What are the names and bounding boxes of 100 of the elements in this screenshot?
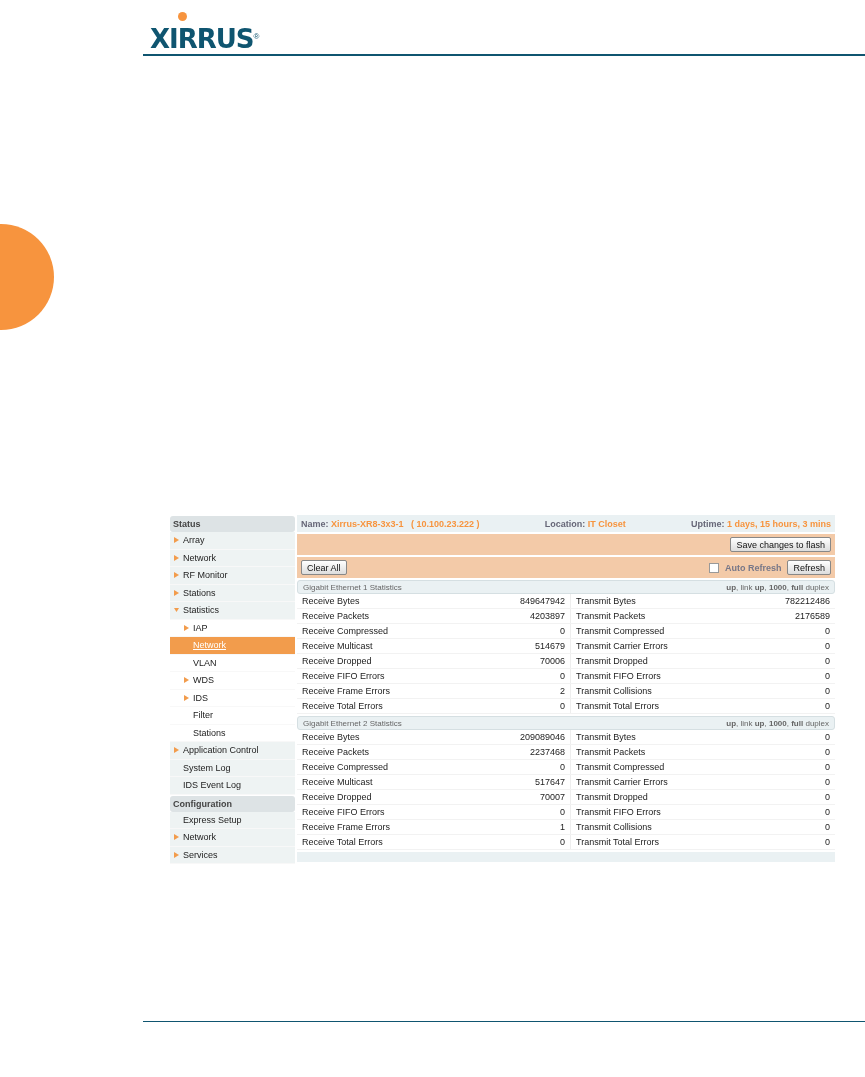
auto-refresh-checkbox[interactable] — [708, 562, 719, 573]
table-cell: 0 — [471, 805, 571, 819]
caret-right-icon — [184, 624, 189, 631]
table-cell-text: Transmit Bytes — [575, 731, 637, 744]
link-status: up, link up, 1000, full duplex — [726, 718, 829, 728]
table-cell-text: Receive Bytes — [301, 595, 361, 608]
table-cell-text: Receive Frame Errors — [301, 821, 392, 834]
table-cell-text: 0 — [824, 700, 831, 713]
table-cell: 514679 — [471, 639, 571, 653]
table-cell-text: Transmit Dropped — [575, 655, 649, 668]
auto-refresh-label: Auto Refresh — [724, 562, 782, 573]
table-cell: 4203897 — [471, 609, 571, 623]
location-label: Location: — [544, 518, 587, 529]
table-cell-text: 0 — [824, 625, 831, 638]
table-cell-text: Transmit FIFO Errors — [575, 670, 662, 683]
table-cell: 2237468 — [471, 745, 571, 759]
table-cell-text: Receive Bytes — [301, 731, 361, 744]
table-cell-text: 0 — [824, 776, 831, 789]
table-cell-text: Transmit Packets — [575, 610, 647, 623]
caret-right-icon — [174, 537, 179, 544]
table-cell-text: Receive Multicast — [301, 640, 374, 653]
table-cell-text: 0 — [824, 806, 831, 819]
caret-right-icon — [184, 694, 189, 701]
table-cell-text: Receive FIFO Errors — [301, 670, 386, 683]
table-cell-text: Receive FIFO Errors — [301, 806, 386, 819]
table-cell: 1 — [471, 820, 571, 834]
caret-right-icon — [174, 572, 179, 579]
table-cell-text: Receive Dropped — [301, 791, 373, 804]
sidebar-item[interactable]: Statistics — [170, 602, 295, 620]
table-cell-text: Receive Multicast — [301, 776, 374, 789]
table-cell-text: Receive Total Errors — [301, 700, 384, 713]
sidebar-item[interactable]: RF Monitor — [170, 567, 295, 585]
save-button[interactable]: Save changes to flash — [730, 537, 831, 552]
table-cell: 0 — [471, 669, 571, 683]
caret-right-icon — [174, 834, 179, 841]
section-title: Gigabit Ethernet 2 Statistics — [303, 718, 402, 728]
sidebar-section-header: Status — [170, 516, 295, 532]
table-cell-text: Transmit Packets — [575, 746, 647, 759]
table-cell: 209089046 — [471, 730, 571, 744]
table-cell-text: Receive Dropped — [301, 655, 373, 668]
table-cell: 0 — [471, 835, 571, 849]
name-value: Xirrus-XR8-3x3-1 ( 10.100.23.222 ) — [331, 518, 480, 529]
table-cell-text: Transmit Collisions — [575, 821, 653, 834]
caret-right-icon — [174, 589, 179, 596]
table-cell-text: 0 — [824, 731, 831, 744]
table-cell-text: Transmit Carrier Errors — [575, 640, 669, 653]
logo-dot-icon — [178, 12, 187, 21]
caret-right-icon — [184, 677, 189, 684]
table-cell-text: 782212486 — [783, 595, 831, 608]
table-cell-text: Receive Packets — [301, 746, 371, 759]
sidebar-section-header: Configuration — [170, 795, 295, 812]
table-cell-text: Receive Packets — [301, 610, 371, 623]
table-cell: 849647942 — [471, 594, 571, 608]
table-cell-text: 0 — [824, 640, 831, 653]
table-cell-text: 0 — [824, 655, 831, 668]
table-cell-text: 0 — [824, 761, 831, 774]
caret-down-icon — [174, 607, 179, 614]
table-cell: 0 — [471, 760, 571, 774]
table-cell: 2 — [471, 684, 571, 698]
table-cell-text: Transmit Bytes — [575, 595, 637, 608]
table-cell: 517647 — [471, 775, 571, 789]
sidebar-item[interactable]: Network — [170, 829, 295, 847]
logo: XIRRUS — [150, 24, 254, 54]
table-cell-text: 2176589 — [793, 610, 831, 623]
caret-right-icon — [174, 851, 179, 858]
table-cell-text: Transmit Collisions — [575, 685, 653, 698]
uptime-label: Uptime: — [690, 518, 726, 529]
table-cell-text: 0 — [824, 821, 831, 834]
table-cell-text: Transmit Dropped — [575, 791, 649, 804]
table-cell-text: Receive Frame Errors — [301, 685, 392, 698]
sidebar-item[interactable]: Array — [170, 532, 295, 550]
table-cell-text: 0 — [824, 670, 831, 683]
clear-all-button[interactable]: Clear All — [301, 560, 347, 575]
table-cell-text: Receive Compressed — [301, 625, 390, 638]
uptime-value: 1 days, 15 hours, 3 mins — [726, 518, 831, 529]
table-cell-text: Transmit Total Errors — [575, 836, 661, 849]
caret-right-icon — [174, 554, 179, 561]
name-label: Name: — [301, 518, 330, 529]
table-cell: 70006 — [471, 654, 571, 668]
caret-right-icon — [174, 747, 179, 754]
refresh-button[interactable]: Refresh — [787, 560, 831, 575]
table-cell: 70007 — [471, 790, 571, 804]
table-cell-text: 0 — [824, 836, 831, 849]
table-cell: 0 — [471, 699, 571, 713]
section-title: Gigabit Ethernet 1 Statistics — [303, 582, 402, 592]
registered-mark: ® — [253, 32, 260, 41]
table-cell-text: Receive Total Errors — [301, 836, 384, 849]
location-value: IT Closet — [587, 518, 626, 529]
table-cell-text: Transmit Compressed — [575, 625, 666, 638]
table-cell-text: 0 — [824, 791, 831, 804]
table-cell-text: Transmit FIFO Errors — [575, 806, 662, 819]
sidebar-item[interactable]: Application Control — [170, 742, 295, 760]
table-cell-text: Transmit Total Errors — [575, 700, 661, 713]
table-cell-text: 0 — [824, 685, 831, 698]
sidebar-item[interactable]: IDS Event Log — [170, 777, 295, 795]
table-cell-text: Receive Compressed — [301, 761, 390, 774]
table-cell-text: Transmit Carrier Errors — [575, 776, 669, 789]
table-cell-text: Transmit Compressed — [575, 761, 666, 774]
table-cell-text: 0 — [824, 746, 831, 759]
link-status: up, link up, 1000, full duplex — [726, 582, 829, 592]
